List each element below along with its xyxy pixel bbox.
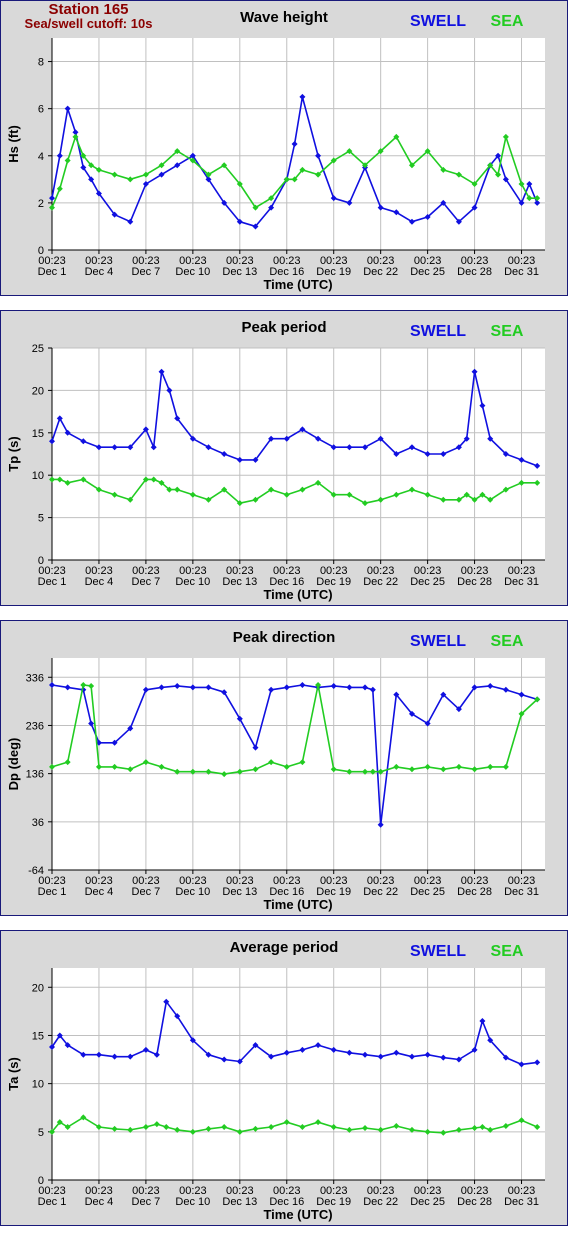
y-axis-label: Hs (ft)	[6, 125, 21, 163]
legend-sea: SEA	[491, 633, 524, 650]
y-tick-label: 10	[32, 1079, 44, 1091]
x-axis-label: Time (UTC)	[263, 587, 332, 602]
y-tick-label: 136	[26, 769, 44, 781]
station-name: Station 165	[48, 1, 129, 18]
y-tick-label: 15	[32, 1030, 44, 1042]
legend-sea: SEA	[491, 13, 524, 30]
x-tick-date: Dec 10	[175, 576, 210, 588]
y-tick-label: 5	[38, 1127, 44, 1139]
y-tick-label: 4	[38, 151, 44, 163]
peak-period-panel: 0 5 10 15 20 25 00:23 Dec 1 00:23 Dec 4 00:23 Dec 7…	[0, 310, 568, 606]
y-tick-label: 10	[32, 470, 44, 482]
x-tick-date: Dec 28	[457, 886, 492, 898]
x-tick-date: Dec 1	[38, 266, 67, 278]
y-tick-label: 15	[32, 428, 44, 440]
average-period-panel: 0 5 10 15 20 00:23 Dec 1 00:23 Dec 4 00:23 Dec 7 00…	[0, 930, 568, 1226]
x-tick-date: Dec 1	[38, 1196, 67, 1208]
x-tick-date: Dec 22	[363, 266, 398, 278]
x-tick-date: Dec 4	[85, 576, 114, 588]
x-tick-date: Dec 13	[222, 1196, 257, 1208]
x-tick-date: Dec 7	[132, 886, 161, 898]
x-tick-date: Dec 4	[85, 1196, 114, 1208]
x-tick-date: Dec 13	[222, 576, 257, 588]
x-tick-date: Dec 28	[457, 576, 492, 588]
y-tick-label: 20	[32, 385, 44, 397]
x-tick-date: Dec 22	[363, 886, 398, 898]
x-tick-date: Dec 7	[132, 576, 161, 588]
x-tick-date: Dec 31	[504, 266, 539, 278]
peak-direction-chart: -643613623633600:23Dec 100:23Dec 400:23D…	[6, 629, 545, 912]
peak-period-chart: 051015202500:23Dec 100:23Dec 400:23Dec 7…	[6, 319, 545, 602]
cutoff-label: Sea/swell cutoff: 10s	[24, 16, 153, 31]
chart-title: Peak period	[241, 319, 326, 336]
y-tick-label: 336	[26, 672, 44, 684]
station-header: Station 165 Sea/swell cutoff: 10s	[1, 1, 176, 31]
x-tick-date: Dec 25	[410, 266, 445, 278]
x-tick-date: Dec 10	[175, 266, 210, 278]
x-tick-date: Dec 4	[85, 886, 114, 898]
x-tick-date: Dec 25	[410, 1196, 445, 1208]
x-tick-date: Dec 25	[410, 576, 445, 588]
chart-title: Average period	[230, 939, 339, 956]
wave-height-chart: 0246800:23Dec 100:23Dec 400:23Dec 700:23…	[6, 9, 545, 292]
x-tick-date: Dec 31	[504, 576, 539, 588]
x-axis-label: Time (UTC)	[263, 1207, 332, 1222]
x-tick-date: Dec 28	[457, 1196, 492, 1208]
x-tick-date: Dec 10	[175, 886, 210, 898]
x-tick-date: Dec 13	[222, 886, 257, 898]
x-tick-date: Dec 22	[363, 1196, 398, 1208]
x-tick-date: Dec 31	[504, 1196, 539, 1208]
x-axis-label: Time (UTC)	[263, 277, 332, 292]
x-tick-date: Dec 4	[85, 266, 114, 278]
y-tick-label: 236	[26, 720, 44, 732]
x-tick-date: Dec 10	[175, 1196, 210, 1208]
wave-height-panel: 0 2 4 6 8 00:23 Dec 1 00:23 Dec 4 00:23 Dec 7 00:23…	[0, 0, 568, 296]
y-tick-label: 6	[38, 104, 44, 116]
y-axis-label: Tp (s)	[6, 436, 21, 471]
plot-area	[52, 38, 545, 250]
x-tick-date: Dec 22	[363, 576, 398, 588]
x-tick-date: Dec 25	[410, 886, 445, 898]
y-tick-label: 20	[32, 982, 44, 994]
x-tick-date: Dec 28	[457, 266, 492, 278]
legend-sea: SEA	[491, 943, 524, 960]
y-tick-label: 36	[32, 817, 44, 829]
x-tick-date: Dec 7	[132, 266, 161, 278]
y-tick-label: 2	[38, 198, 44, 210]
plot-area	[52, 968, 545, 1180]
y-tick-label: 8	[38, 57, 44, 69]
x-tick-date: Dec 13	[222, 266, 257, 278]
x-axis-label: Time (UTC)	[263, 897, 332, 912]
y-axis-label: Dp (deg)	[6, 738, 21, 791]
x-tick-date: Dec 1	[38, 576, 67, 588]
x-tick-date: Dec 31	[504, 886, 539, 898]
chart-title: Wave height	[240, 9, 328, 26]
y-axis-label: Ta (s)	[6, 1057, 21, 1091]
chart-title: Peak direction	[233, 629, 336, 646]
legend-swell: SWELL	[410, 943, 466, 960]
plot-area	[52, 348, 545, 560]
legend-sea: SEA	[491, 323, 524, 340]
legend-swell: SWELL	[410, 13, 466, 30]
x-tick-date: Dec 1	[38, 886, 67, 898]
legend-swell: SWELL	[410, 323, 466, 340]
average-period-chart: 0510152000:23Dec 100:23Dec 400:23Dec 700…	[6, 939, 545, 1222]
x-tick-date: Dec 7	[132, 1196, 161, 1208]
legend-swell: SWELL	[410, 633, 466, 650]
y-tick-label: 25	[32, 343, 44, 355]
peak-direction-panel: -64 36 136 236 336 00:23 Dec 1 00:23 Dec 4 00:23 D…	[0, 620, 568, 916]
y-tick-label: 5	[38, 513, 44, 525]
